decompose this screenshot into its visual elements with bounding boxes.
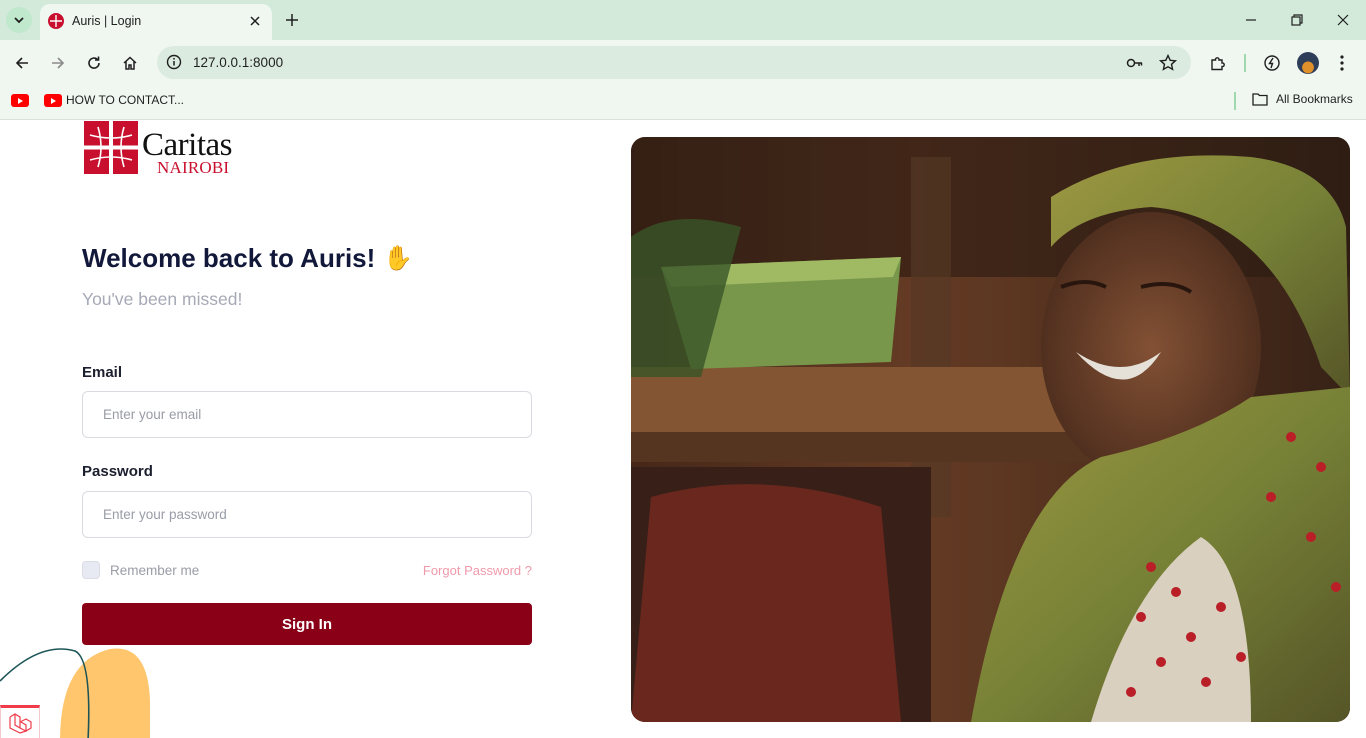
bookmark-star-icon[interactable]: [1158, 53, 1178, 73]
remember-me-checkbox[interactable]: [82, 561, 100, 579]
welcome-subtitle: You've been missed!: [82, 289, 243, 309]
caritas-favicon-icon: [48, 13, 64, 29]
close-tab-icon[interactable]: [246, 12, 264, 30]
password-field[interactable]: [82, 491, 532, 538]
caritas-cross-icon: [84, 121, 138, 174]
browser-toolbar: 127.0.0.1:8000: [0, 40, 1366, 86]
remember-me-label: Remember me: [110, 562, 200, 578]
bookmarks-divider: [1234, 92, 1236, 110]
bookmarks-bar: HOW TO CONTACT... All Bookmarks: [0, 86, 1366, 120]
folder-icon: [1252, 93, 1268, 106]
sign-in-button[interactable]: Sign In: [82, 603, 532, 645]
hero-image: [631, 137, 1350, 722]
welcome-title: Welcome back to Auris!: [82, 243, 376, 273]
profile-avatar[interactable]: [1297, 52, 1319, 74]
forgot-password-link[interactable]: Forgot Password ?: [423, 563, 532, 578]
home-icon[interactable]: [119, 52, 141, 74]
new-tab-icon[interactable]: [282, 10, 302, 30]
all-bookmarks-button[interactable]: All Bookmarks: [1252, 92, 1353, 106]
close-window-icon[interactable]: [1333, 10, 1353, 30]
all-bookmarks-label: All Bookmarks: [1276, 92, 1353, 106]
tab-title: Auris | Login: [72, 14, 142, 28]
restore-window-icon[interactable]: [1287, 10, 1307, 30]
browser-tab-bar: Auris | Login: [0, 0, 1366, 40]
caritas-logo: Caritas NAIROBI: [82, 121, 252, 177]
youtube-bookmark-icon[interactable]: [11, 94, 29, 107]
login-page: Caritas NAIROBI Welcome back to Auris! ✋…: [0, 121, 1366, 738]
laravel-debug-badge[interactable]: [0, 705, 40, 738]
address-bar[interactable]: 127.0.0.1:8000: [157, 46, 1191, 79]
performance-icon[interactable]: [1261, 52, 1283, 74]
password-key-icon[interactable]: [1125, 53, 1145, 73]
tab-search-button[interactable]: [6, 7, 32, 33]
laravel-icon: [9, 713, 32, 734]
bookmark-how-to-contact[interactable]: HOW TO CONTACT...: [66, 93, 184, 107]
chevron-down-icon: [14, 17, 24, 24]
minimize-window-icon[interactable]: [1241, 10, 1261, 30]
url-text: 127.0.0.1:8000: [193, 55, 284, 70]
browser-tab-active[interactable]: Auris | Login: [40, 4, 272, 40]
extensions-puzzle-icon[interactable]: [1207, 52, 1229, 74]
email-label: Email: [82, 364, 123, 381]
smiling-woman-market-photo: [631, 137, 1350, 722]
logo-subtitle: NAIROBI: [157, 158, 230, 177]
youtube-icon: [44, 94, 62, 107]
email-field[interactable]: [82, 391, 532, 438]
welcome-heading: Welcome back to Auris! ✋: [82, 243, 413, 274]
toolbar-divider: [1244, 54, 1246, 72]
forward-arrow-icon[interactable]: [47, 52, 69, 74]
back-arrow-icon[interactable]: [11, 52, 33, 74]
more-menu-icon[interactable]: [1331, 52, 1353, 74]
raised-hand-icon: ✋: [383, 245, 414, 272]
site-info-icon[interactable]: [165, 53, 183, 71]
remember-me: Remember me: [82, 561, 199, 579]
reload-icon[interactable]: [83, 52, 105, 74]
password-label: Password: [82, 463, 153, 480]
